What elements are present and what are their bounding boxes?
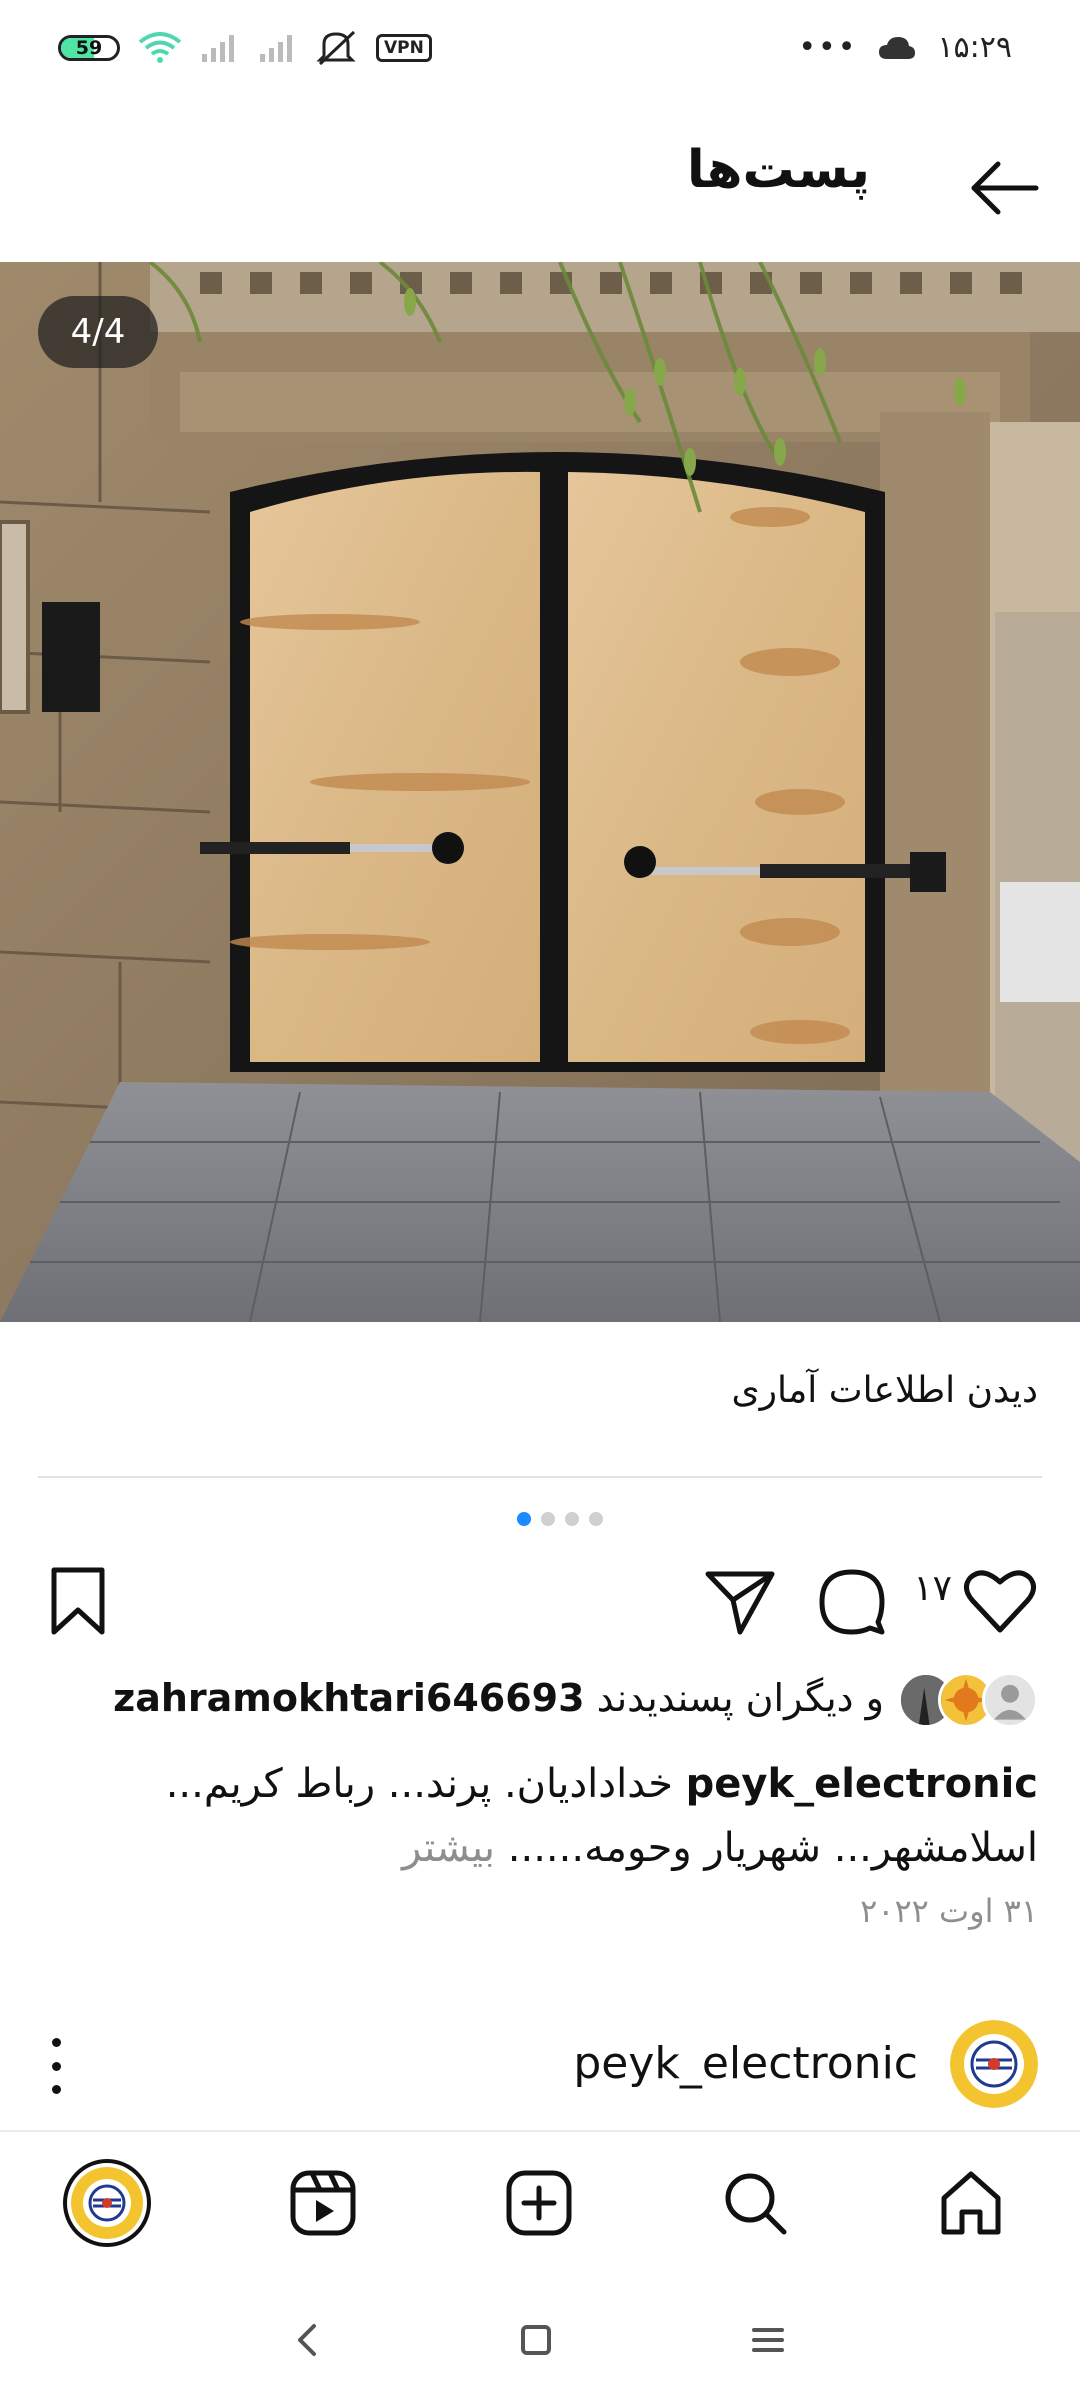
wifi-icon [138, 32, 182, 63]
battery-icon: 59 [58, 35, 120, 61]
search-icon [725, 2173, 787, 2235]
view-insights-link[interactable]: دیدن اطلاعات آماری [731, 1370, 1038, 1411]
carousel-dot [541, 1512, 555, 1526]
next-post-username[interactable]: peyk_electronic [573, 2038, 918, 2089]
nav-profile[interactable] [62, 2158, 152, 2248]
status-icons-left: 59 VPN [58, 30, 432, 66]
clock: ۱۵:۲۹ [937, 30, 1012, 65]
more-options-icon[interactable] [46, 2038, 66, 2094]
more-dots: ••• [798, 30, 858, 65]
post-caption: peyk_electronic خدادادیان. پرند... رباط … [38, 1752, 1038, 1880]
post-date: ۳۱ اوت ۲۰۲۲ [860, 1892, 1038, 1930]
home-icon [941, 2171, 1001, 2235]
profile-avatar [63, 2159, 151, 2247]
status-icons-right: ••• ۱۵:۲۹ [798, 30, 1012, 65]
liked-by-text: و دیگران پسندیدند zahramokhtari646693 [113, 1676, 884, 1720]
system-navigation [0, 2282, 1080, 2392]
post-image[interactable] [0, 262, 1080, 1322]
mute-icon [316, 30, 356, 66]
arrow-left-icon[interactable] [964, 148, 1044, 228]
default-avatar-icon [982, 1672, 1038, 1728]
liked-by-suffix: و دیگران پسندیدند [596, 1676, 884, 1720]
menu-icon[interactable] [738, 2310, 798, 2370]
status-bar: 59 VPN ••• ۱۵:۲۹ [0, 0, 1080, 100]
like-count[interactable]: ۱۷ [913, 1568, 952, 1609]
create-icon [506, 2170, 572, 2236]
image-counter: 4/4 [38, 296, 158, 368]
gate-photo [0, 262, 1080, 1322]
profile-avatar[interactable] [950, 2020, 1038, 2108]
nav-search[interactable] [710, 2158, 800, 2248]
cloud-icon [879, 36, 916, 59]
app-header: پست‌ها [0, 100, 1080, 260]
liked-by-row[interactable]: و دیگران پسندیدند zahramokhtari646693 [0, 1672, 1080, 1732]
page-title: پست‌ها [686, 140, 870, 200]
reels-icon [290, 2170, 356, 2236]
carousel-dot [565, 1512, 579, 1526]
bottom-navigation [0, 2130, 1080, 2270]
caption-username[interactable]: peyk_electronic [686, 1761, 1038, 1807]
signal-icon [202, 35, 234, 62]
signal-icon-2 [260, 35, 292, 62]
liker-avatars [898, 1672, 1038, 1730]
heart-icon[interactable] [960, 1560, 1040, 1640]
vpn-icon: VPN [376, 34, 432, 62]
carousel-dot-active [517, 1512, 531, 1526]
comment-icon[interactable] [812, 1560, 892, 1640]
next-post-header: peyk_electronic [0, 2016, 1080, 2112]
carousel-indicator [0, 1512, 1080, 1526]
liked-by-username[interactable]: zahramokhtari646693 [113, 1676, 584, 1720]
battery-level: 59 [75, 37, 103, 59]
nav-create[interactable] [494, 2158, 584, 2248]
carousel-dot [589, 1512, 603, 1526]
back-icon[interactable] [278, 2310, 338, 2370]
nav-reels[interactable] [278, 2158, 368, 2248]
nav-home[interactable] [926, 2158, 1016, 2248]
divider [38, 1476, 1042, 1478]
caption-more-link[interactable]: بیشتر [402, 1825, 495, 1871]
bookmark-icon[interactable] [38, 1560, 118, 1640]
share-icon[interactable] [700, 1560, 780, 1640]
home-square-icon[interactable] [506, 2310, 566, 2370]
